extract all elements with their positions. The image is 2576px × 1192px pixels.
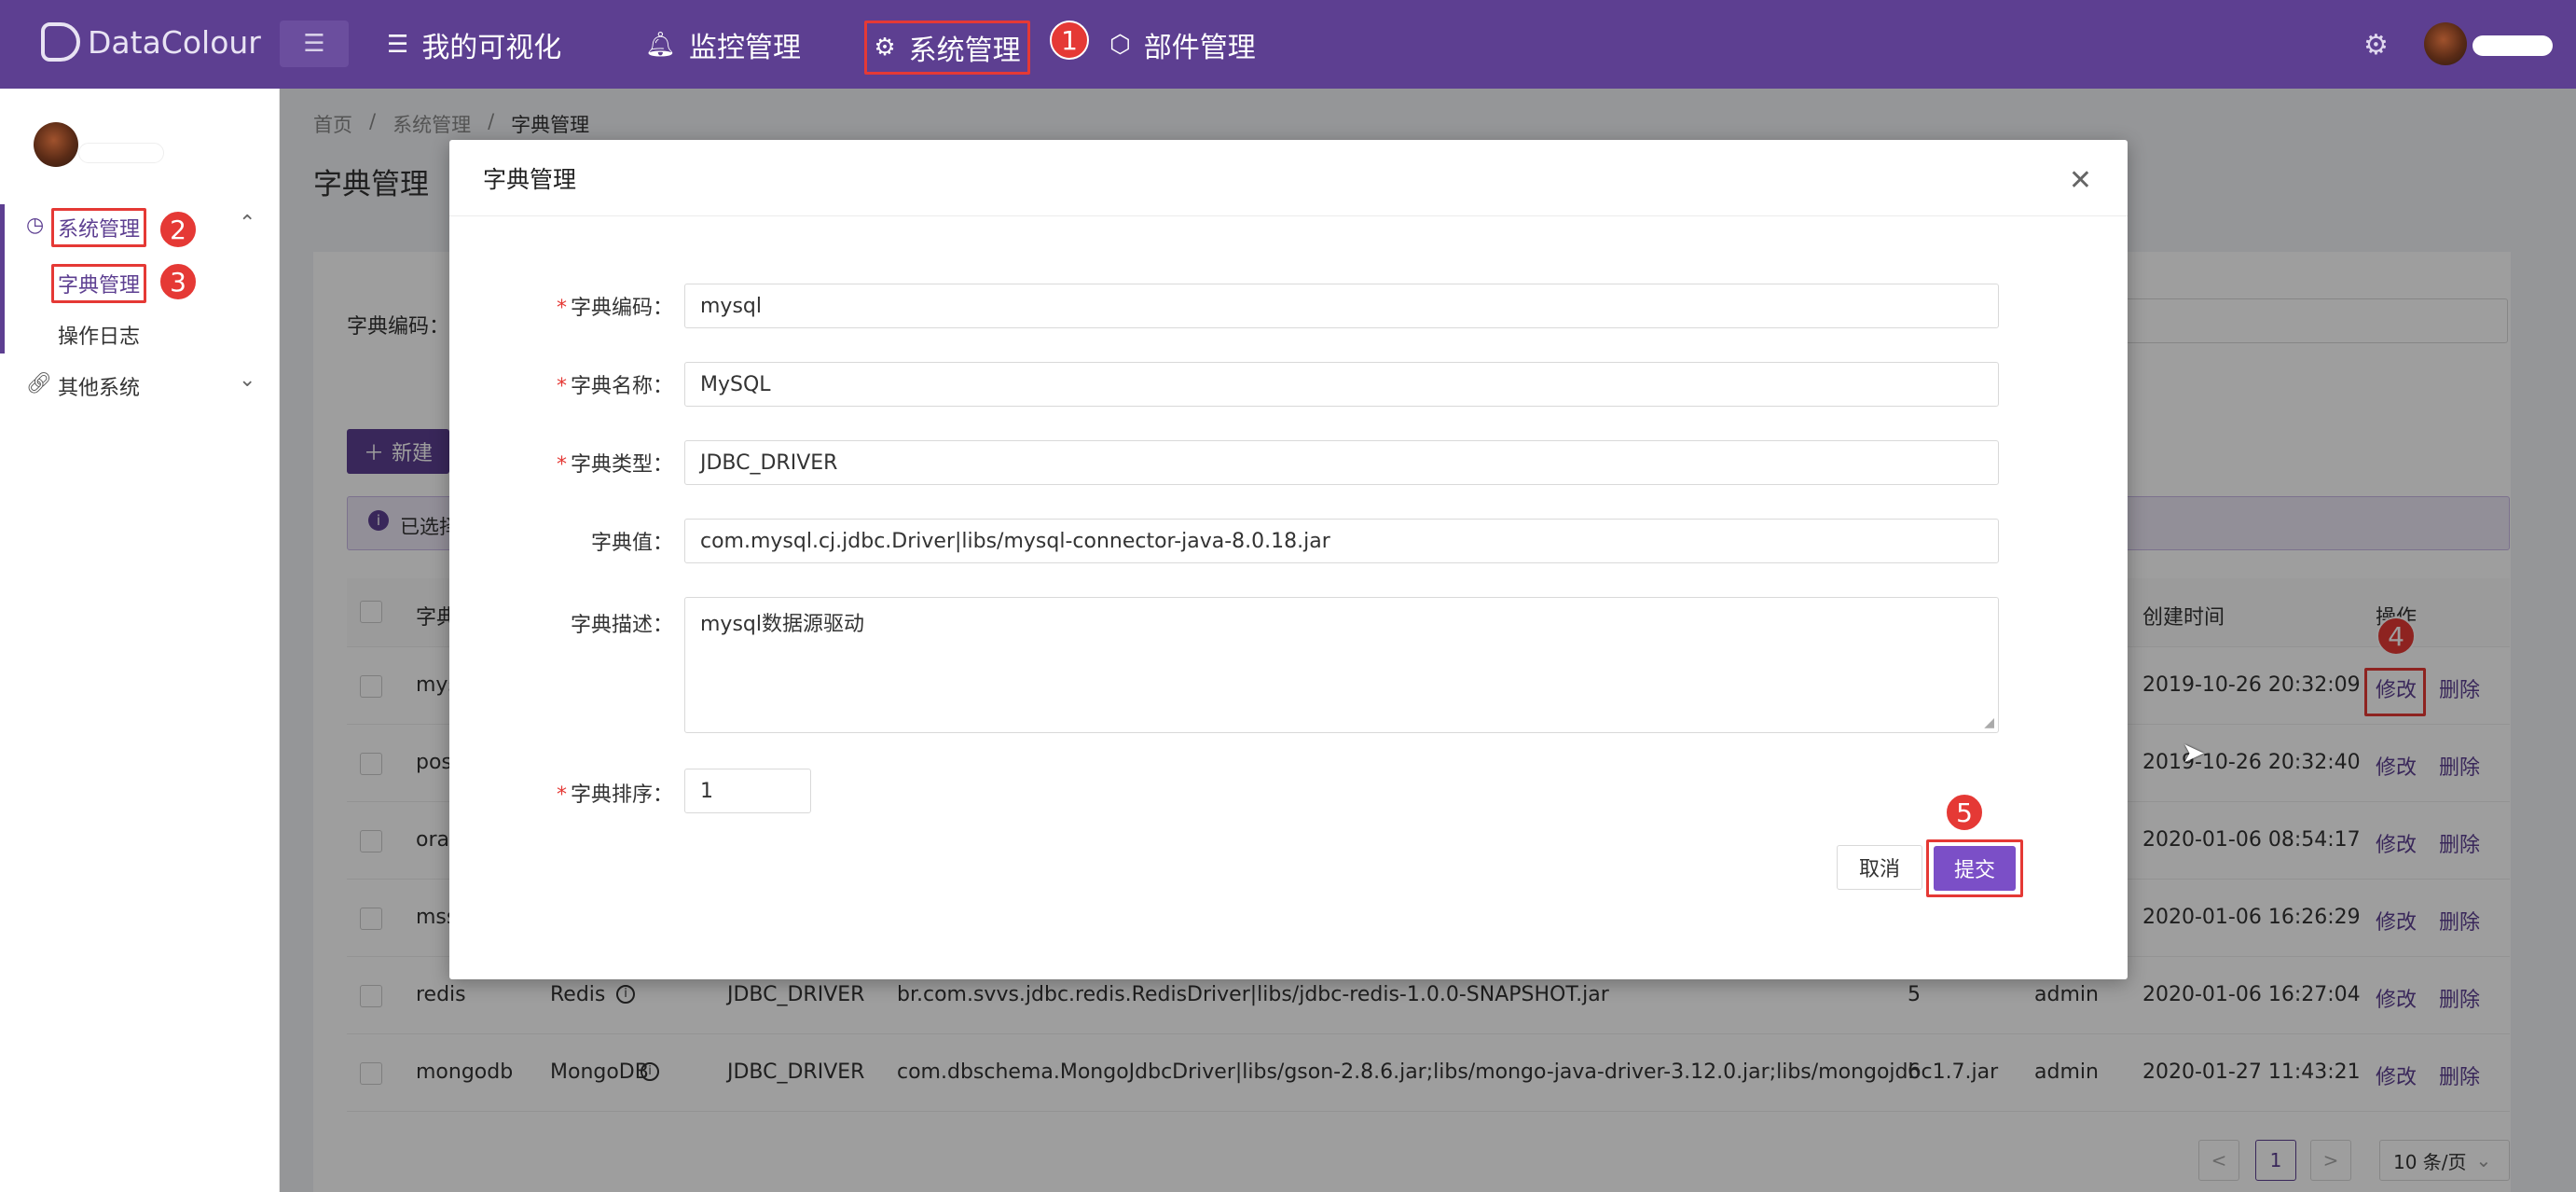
- submit-button[interactable]: 提交: [1934, 846, 2016, 891]
- logo-text: DataColour: [88, 23, 261, 61]
- nav-label: 监控管理: [689, 31, 802, 64]
- nav-label: 系统管理: [908, 35, 1021, 67]
- close-icon[interactable]: ✕: [2069, 164, 2092, 197]
- required-mark: *: [556, 453, 567, 477]
- dict-sort-input[interactable]: 1: [684, 769, 811, 813]
- required-mark: *: [556, 783, 567, 807]
- field-label-code: * 字典编码：: [449, 291, 673, 321]
- sidebar-unmasked: [0, 89, 280, 1192]
- required-mark: *: [556, 375, 567, 398]
- required-mark: *: [556, 297, 567, 320]
- desc-text: mysql数据源驱动: [700, 613, 864, 636]
- list-icon: ☰: [387, 30, 409, 59]
- settings-icon[interactable]: ⚙: [2363, 29, 2389, 62]
- nav-component-management[interactable]: ⬡ 部件管理: [1109, 0, 1256, 89]
- dictionary-modal: 字典管理 ✕ * 字典编码： mysql * 字典名称： MySQL * 字典类型： …: [449, 140, 2128, 979]
- label-text: 字典类型：: [570, 453, 673, 477]
- dict-desc-textarea[interactable]: mysql数据源驱动 ◢: [684, 597, 1999, 733]
- username-redacted: [2473, 35, 2553, 56]
- label-text: 字典排序：: [570, 783, 673, 807]
- label-text: 字典编码：: [570, 297, 673, 320]
- user-avatar[interactable]: [2424, 22, 2467, 65]
- bell-icon: 🔔︎: [645, 30, 677, 59]
- field-label-type: * 字典类型：: [449, 448, 673, 478]
- dict-value-input[interactable]: com.mysql.cj.jdbc.Driver|libs/mysql-conn…: [684, 519, 1999, 563]
- modal-header: 字典管理 ✕: [449, 140, 2128, 216]
- top-navbar: DataColour ☰ ☰ 我的可视化 🔔︎ 监控管理 ⚙ 系统管理 ⬡ 部件…: [0, 0, 2576, 89]
- modal-title: 字典管理: [483, 165, 577, 193]
- field-label-desc: 字典描述：: [570, 614, 673, 637]
- mouse-cursor-icon: ➤: [2182, 737, 2206, 769]
- annotation-badge-1: 1: [1050, 21, 1089, 60]
- label-text: 字典名称：: [570, 375, 673, 398]
- dict-type-input[interactable]: JDBC_DRIVER: [684, 440, 1999, 485]
- nav-label: 我的可视化: [421, 31, 562, 64]
- annotation-badge-5: 5: [1945, 793, 1984, 832]
- field-label-name: * 字典名称：: [449, 369, 673, 399]
- nav-system-management[interactable]: ⚙ 系统管理: [864, 21, 1030, 75]
- field-label-sort: * 字典排序：: [449, 778, 673, 808]
- cube-icon: ⬡: [1109, 30, 1131, 59]
- nav-label: 部件管理: [1143, 31, 1256, 64]
- nav-my-visualization[interactable]: ☰ 我的可视化: [387, 0, 561, 89]
- logo-icon: [41, 22, 80, 62]
- menu-toggle-icon[interactable]: ☰: [280, 21, 349, 67]
- dict-name-input[interactable]: MySQL: [684, 362, 1999, 407]
- dict-code-input[interactable]: mysql: [684, 284, 1999, 328]
- cancel-button[interactable]: 取消: [1837, 845, 1922, 890]
- resize-handle-icon[interactable]: ◢: [1984, 715, 1994, 730]
- app-logo[interactable]: DataColour: [41, 22, 261, 62]
- field-label-value: 字典值：: [590, 532, 673, 555]
- gear-icon: ⚙: [874, 34, 896, 62]
- nav-monitor-management[interactable]: 🔔︎ 监控管理: [645, 0, 801, 89]
